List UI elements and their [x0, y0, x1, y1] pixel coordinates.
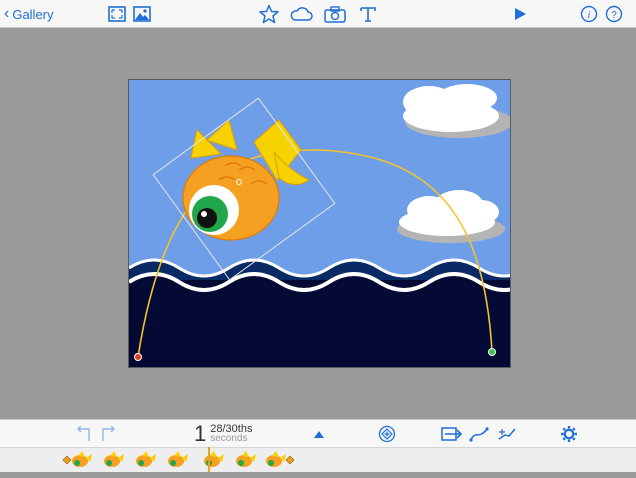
- path-curve-icon: [469, 427, 489, 442]
- camera-icon: [324, 5, 346, 23]
- text-button[interactable]: [357, 0, 379, 28]
- path-curve-button[interactable]: [468, 420, 490, 448]
- cloud-middle: [397, 190, 505, 243]
- gallery-back-button[interactable]: ‹ Gallery: [4, 0, 54, 28]
- help-button[interactable]: ?: [603, 0, 625, 28]
- frame-thumb-5[interactable]: [204, 451, 224, 467]
- redo-button[interactable]: [98, 420, 120, 448]
- info-icon: i: [580, 5, 598, 23]
- star-button[interactable]: [257, 0, 281, 28]
- settings-button[interactable]: [558, 420, 580, 448]
- frame-thumb-7[interactable]: [266, 451, 286, 467]
- filmstrip[interactable]: [0, 447, 636, 472]
- expand-timeline-button[interactable]: [310, 420, 328, 448]
- filmstrip-start-marker[interactable]: [62, 455, 72, 465]
- add-keyframe-icon: [378, 425, 396, 443]
- time-seconds-whole: 1: [194, 421, 207, 446]
- path-start-handle[interactable]: [134, 353, 142, 361]
- time-readout: 1 28/30ths seconds: [194, 420, 252, 448]
- add-keyframe-button[interactable]: [376, 420, 398, 448]
- frame-thumb-2[interactable]: [104, 451, 124, 467]
- gallery-back-label: Gallery: [12, 6, 54, 22]
- cloud-button[interactable]: [288, 0, 314, 28]
- playhead[interactable]: [208, 447, 210, 472]
- frame-button[interactable]: [106, 0, 128, 28]
- goldfish[interactable]: [182, 119, 310, 241]
- image-button[interactable]: [131, 0, 153, 28]
- triangle-up-icon: [314, 431, 324, 438]
- play-button[interactable]: [509, 0, 531, 28]
- frame-thumb-3[interactable]: [136, 451, 156, 467]
- frame-thumb-1[interactable]: [72, 451, 92, 467]
- filmstrip-frames: [62, 451, 295, 467]
- scene: [129, 84, 510, 367]
- frame-icon: [108, 6, 126, 22]
- help-icon: ?: [605, 5, 623, 23]
- text-icon: [360, 7, 376, 22]
- frame-thumb-4[interactable]: [168, 451, 188, 467]
- star-icon: [259, 4, 279, 24]
- path-end-handle[interactable]: [488, 348, 496, 356]
- time-unit: seconds: [210, 433, 248, 444]
- svg-text:?: ?: [611, 10, 617, 21]
- animation-canvas[interactable]: [128, 79, 511, 368]
- cloud-top-right: [403, 84, 510, 138]
- easing-icon: [498, 428, 516, 440]
- move-in-icon: [441, 427, 463, 441]
- time-fraction: 28/30ths seconds: [210, 424, 252, 444]
- filmstrip-end-marker[interactable]: [285, 455, 295, 465]
- camera-button[interactable]: [323, 0, 347, 28]
- chevron-left-icon: ‹: [4, 5, 10, 22]
- cloud-icon: [290, 7, 313, 21]
- info-button[interactable]: i: [578, 0, 600, 28]
- timeline-toolbar: 1 28/30ths seconds: [0, 419, 636, 447]
- play-icon: [515, 8, 526, 20]
- easing-button[interactable]: [496, 420, 518, 448]
- svg-text:i: i: [588, 10, 591, 21]
- gear-icon: [561, 426, 577, 442]
- undo-icon: [77, 426, 90, 441]
- move-in-button[interactable]: [440, 420, 464, 448]
- image-icon: [133, 6, 151, 22]
- frame-thumb-6[interactable]: [236, 451, 256, 467]
- redo-icon: [102, 426, 115, 441]
- top-toolbar: ‹ Gallery i ?: [0, 0, 636, 28]
- workspace: [0, 28, 636, 419]
- undo-button[interactable]: [72, 420, 94, 448]
